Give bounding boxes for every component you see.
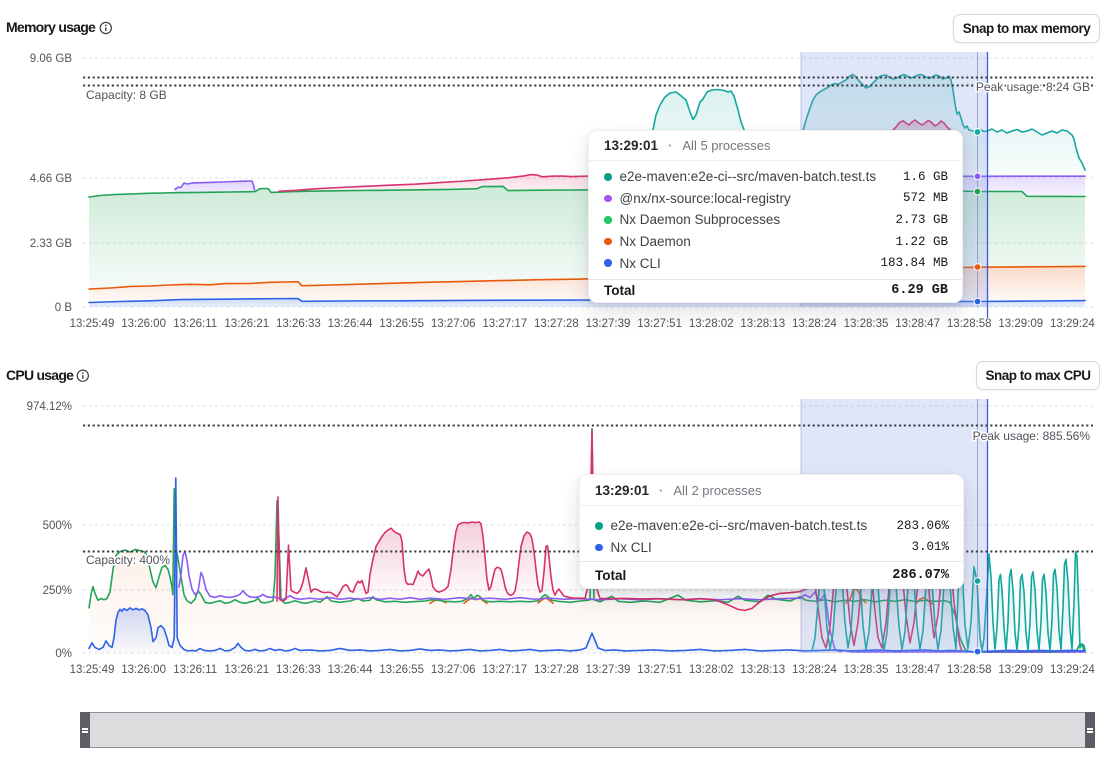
- svg-text:13:29:24: 13:29:24: [1050, 318, 1095, 330]
- svg-text:Peak usage: 885.56%: Peak usage: 885.56%: [973, 429, 1091, 443]
- svg-text:0%: 0%: [55, 648, 72, 660]
- svg-text:13:26:33: 13:26:33: [276, 664, 321, 676]
- svg-text:13:27:28: 13:27:28: [534, 664, 579, 676]
- svg-text:13:26:44: 13:26:44: [328, 318, 373, 330]
- svg-text:250%: 250%: [43, 585, 72, 597]
- svg-text:2.33 GB: 2.33 GB: [30, 238, 73, 250]
- svg-text:13:27:39: 13:27:39: [586, 318, 631, 330]
- svg-text:13:29:09: 13:29:09: [998, 318, 1043, 330]
- svg-text:13:28:13: 13:28:13: [740, 318, 785, 330]
- svg-text:13:28:02: 13:28:02: [689, 664, 734, 676]
- svg-text:13:26:55: 13:26:55: [379, 318, 424, 330]
- svg-text:Capacity: 400%: Capacity: 400%: [86, 553, 170, 567]
- svg-text:13:28:47: 13:28:47: [895, 664, 940, 676]
- svg-text:13:27:17: 13:27:17: [482, 318, 527, 330]
- svg-text:13:29:09: 13:29:09: [998, 664, 1043, 676]
- svg-text:Peak usage: 8.24 GB: Peak usage: 8.24 GB: [976, 80, 1090, 94]
- svg-text:Capacity: 8 GB: Capacity: 8 GB: [86, 88, 167, 102]
- svg-text:0 B: 0 B: [55, 302, 73, 314]
- svg-text:13:28:02: 13:28:02: [689, 318, 734, 330]
- svg-text:13:28:35: 13:28:35: [844, 318, 889, 330]
- svg-text:9.06 GB: 9.06 GB: [30, 53, 73, 65]
- svg-text:13:25:49: 13:25:49: [70, 664, 115, 676]
- svg-text:500%: 500%: [43, 520, 72, 532]
- svg-text:13:26:44: 13:26:44: [328, 664, 373, 676]
- svg-text:13:28:58: 13:28:58: [947, 664, 992, 676]
- svg-text:13:26:21: 13:26:21: [224, 664, 269, 676]
- svg-text:13:27:17: 13:27:17: [482, 664, 527, 676]
- svg-text:13:26:11: 13:26:11: [173, 318, 217, 330]
- svg-text:13:26:21: 13:26:21: [224, 318, 269, 330]
- svg-text:13:27:06: 13:27:06: [431, 318, 476, 330]
- svg-text:13:28:47: 13:28:47: [895, 318, 940, 330]
- svg-text:13:27:51: 13:27:51: [637, 664, 682, 676]
- svg-text:13:29:24: 13:29:24: [1050, 664, 1095, 676]
- svg-text:13:27:51: 13:27:51: [637, 318, 682, 330]
- svg-text:13:27:39: 13:27:39: [586, 664, 631, 676]
- svg-text:13:26:55: 13:26:55: [379, 664, 424, 676]
- svg-text:13:26:33: 13:26:33: [276, 318, 321, 330]
- svg-text:13:26:00: 13:26:00: [121, 664, 166, 676]
- svg-text:13:28:24: 13:28:24: [792, 664, 837, 676]
- svg-text:4.66 GB: 4.66 GB: [30, 173, 73, 185]
- svg-text:13:27:06: 13:27:06: [431, 664, 476, 676]
- svg-text:13:26:00: 13:26:00: [121, 318, 166, 330]
- svg-text:974.12%: 974.12%: [27, 401, 72, 413]
- svg-text:13:26:11: 13:26:11: [173, 664, 217, 676]
- svg-text:13:28:58: 13:28:58: [947, 318, 992, 330]
- svg-text:13:28:13: 13:28:13: [740, 664, 785, 676]
- svg-text:13:28:24: 13:28:24: [792, 318, 837, 330]
- svg-text:13:25:49: 13:25:49: [70, 318, 115, 330]
- svg-text:13:27:28: 13:27:28: [534, 318, 579, 330]
- svg-text:13:28:35: 13:28:35: [844, 664, 889, 676]
